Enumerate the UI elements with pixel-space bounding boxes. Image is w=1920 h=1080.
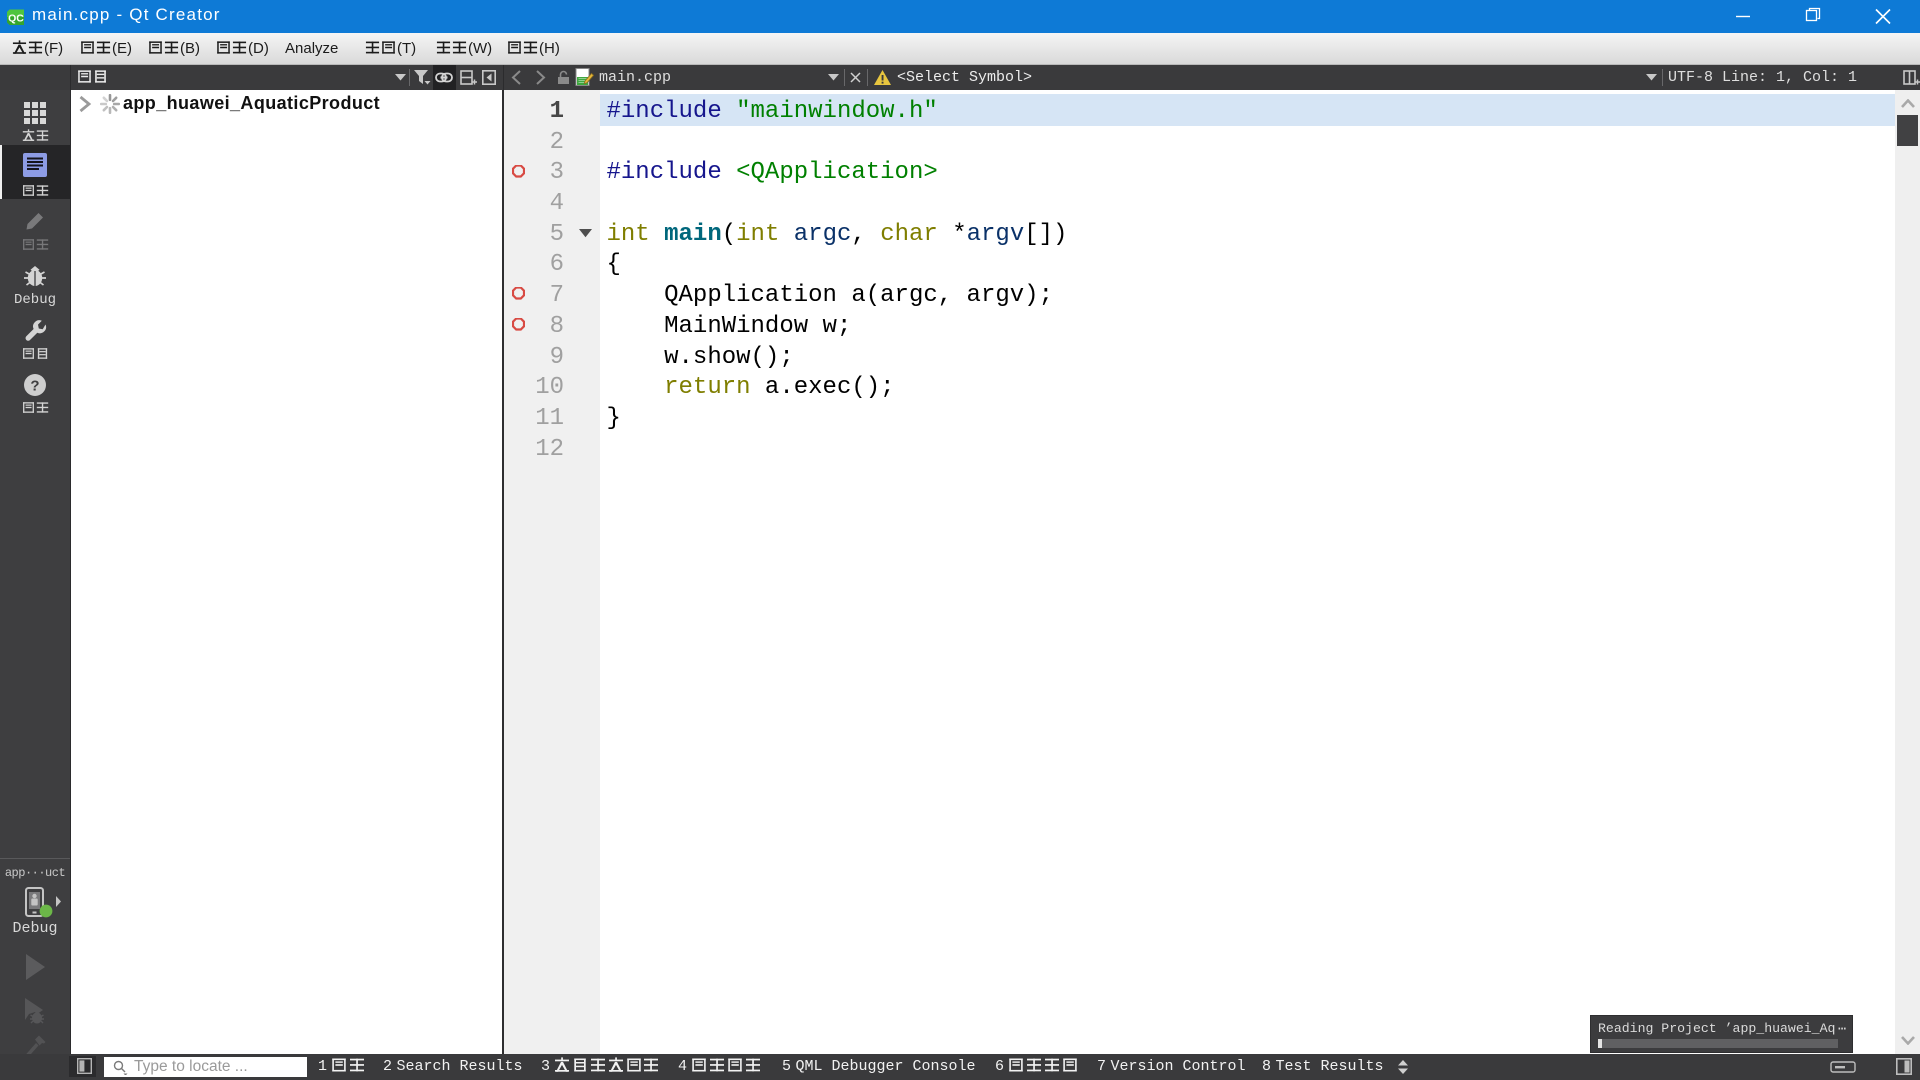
svg-text:?: ? (30, 378, 39, 395)
svg-text:QC: QC (8, 12, 24, 24)
